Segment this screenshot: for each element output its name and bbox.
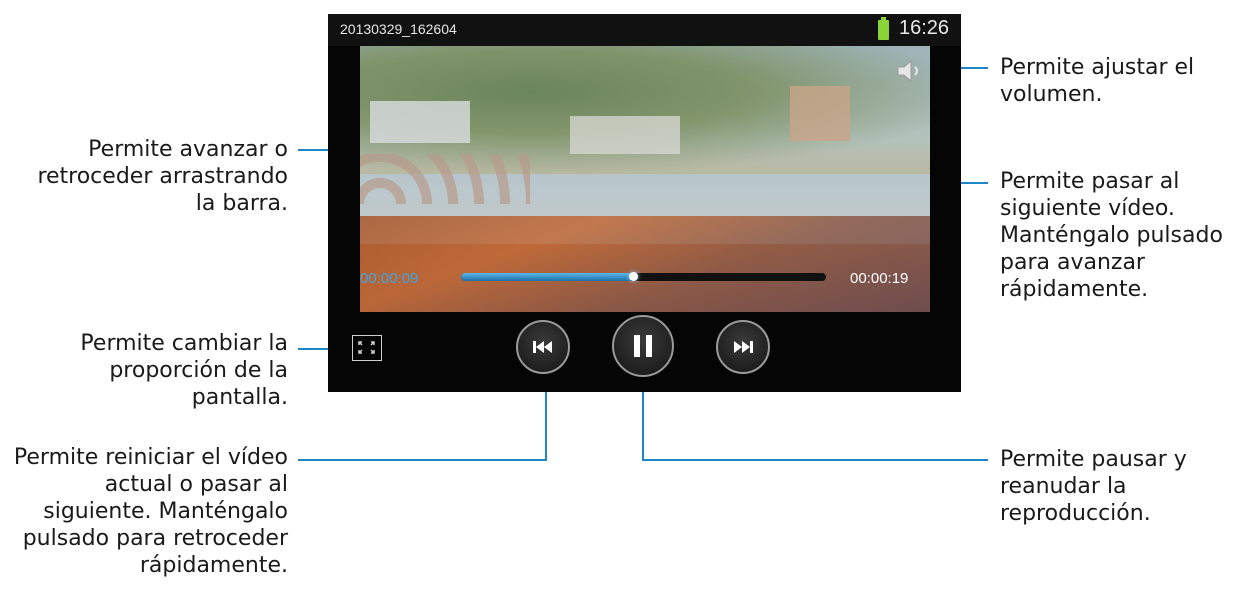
aspect-ratio-icon[interactable] <box>352 335 382 361</box>
video-scene-buildings <box>570 116 680 154</box>
seek-bar-thumb[interactable] <box>628 272 638 281</box>
elapsed-time: 00:00:09 <box>360 270 419 287</box>
callout-line: actual o pasar al <box>104 472 288 497</box>
pause-icon <box>634 335 652 357</box>
callout-line: siguiente. Manténgalo <box>43 499 288 524</box>
callout-line: Permite pasar al <box>1000 169 1180 194</box>
video-filename: 20130329_162604 <box>340 21 457 37</box>
battery-icon <box>878 17 889 40</box>
callout-line: Permite reiniciar el vídeo <box>13 445 288 470</box>
callout-line: retroceder arrastrando <box>37 164 288 189</box>
video-scene-town <box>360 216 930 312</box>
callout-next: Permite pasar al siguiente vídeo. Mantén… <box>1000 168 1223 303</box>
callout-line: Permite pausar y <box>1000 447 1187 472</box>
seek-bar-progress <box>461 273 633 281</box>
callout-line: rápidamente. <box>1000 277 1149 302</box>
speaker-icon[interactable] <box>895 59 925 83</box>
callout-line: pulsado para retroceder <box>22 526 288 551</box>
callout-seek-bar: Permite avanzar o retroceder arrastrando… <box>37 136 288 217</box>
callout-line: volumen. <box>1000 82 1103 107</box>
callout-line: reproducción. <box>1000 501 1151 526</box>
callout-line: proporción de la <box>109 358 288 383</box>
callout-line: para avanzar <box>1000 250 1145 275</box>
video-scene-buildings <box>790 86 850 141</box>
callout-volume: Permite ajustar el volumen. <box>1000 54 1194 108</box>
video-scene-buildings <box>370 101 470 143</box>
callout-line: la barra. <box>195 191 288 216</box>
callout-pause: Permite pausar y reanudar la reproducció… <box>1000 446 1187 527</box>
callout-line: pantalla. <box>191 385 288 410</box>
next-button[interactable] <box>716 320 770 374</box>
callout-line: Permite ajustar el <box>1000 55 1195 80</box>
callout-line: siguiente vídeo. <box>1000 196 1175 221</box>
video-scene-bridge <box>360 154 530 204</box>
total-time: 00:00:19 <box>850 270 909 287</box>
callout-line: Permite cambiar la <box>80 331 288 356</box>
skip-previous-icon <box>533 341 552 353</box>
callout-aspect-ratio: Permite cambiar la proporción de la pant… <box>80 330 288 411</box>
status-bar: 20130329_162604 16:26 <box>328 14 961 46</box>
previous-button[interactable] <box>516 320 570 374</box>
video-player-screen: 20130329_162604 16:26 00:00:09 00:00:19 <box>328 14 961 392</box>
callout-line: rápidamente. <box>139 553 288 578</box>
skip-next-icon <box>734 341 753 353</box>
callout-previous: Permite reiniciar el vídeo actual o pasa… <box>14 444 288 579</box>
callout-line: Manténgalo pulsado <box>1000 223 1223 248</box>
seek-bar[interactable] <box>461 272 826 281</box>
pause-button[interactable] <box>612 315 674 377</box>
status-clock: 16:26 <box>899 17 950 39</box>
callout-line: reanudar la <box>1000 474 1127 499</box>
callout-line: Permite avanzar o <box>88 137 288 162</box>
